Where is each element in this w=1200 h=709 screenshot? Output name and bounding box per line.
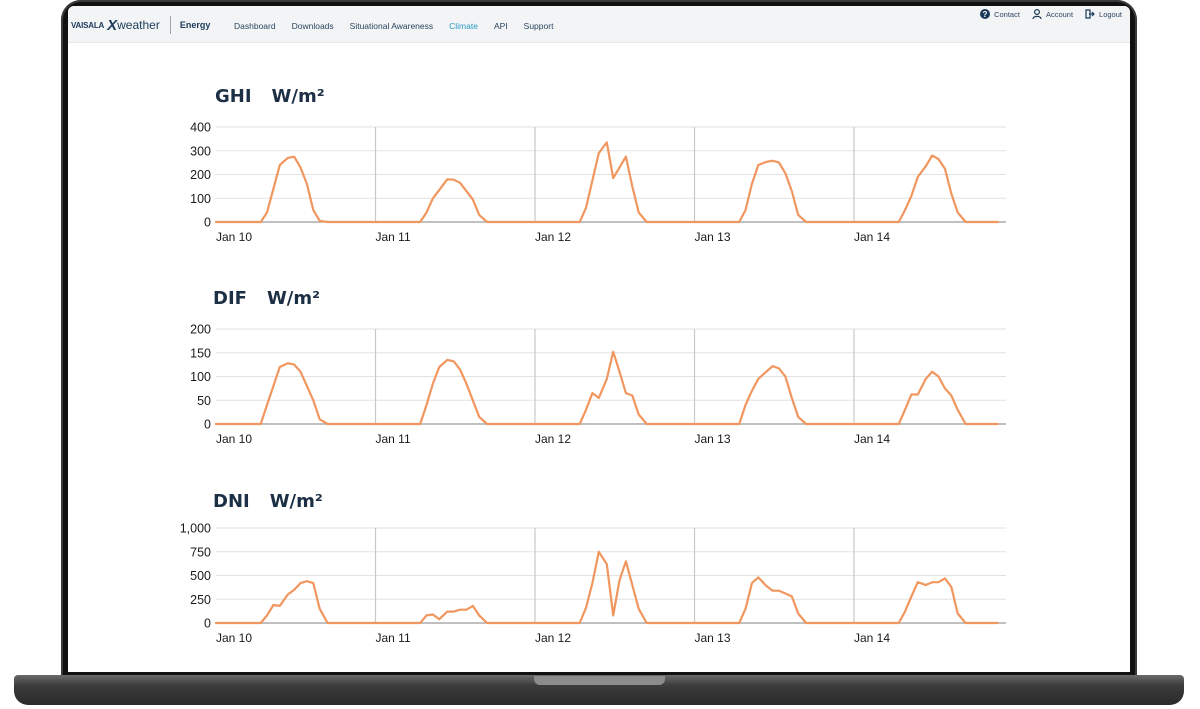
y-tick-label: 100 [190,370,211,384]
x-tick-label: Jan 11 [376,631,411,645]
x-tick-label: Jan 14 [854,432,890,446]
chart-title-dni: DNI W/m² [213,491,323,512]
brand-divider [169,16,171,34]
y-tick-label: 250 [190,593,211,607]
brand-weather: weather [117,18,160,32]
chart-title-ghi: GHI W/m² [215,86,325,107]
series-line [214,141,999,224]
nav-api[interactable]: API [494,21,508,31]
y-tick-label: 0 [204,617,211,631]
dif-chart: 0 50 100 150 200 Jan 10 Jan 11 Jan 12 Jan 13 Jan … [190,323,1006,446]
ghi-chart: 0 100 200 300 400 Jan 10 Jan 11 Jan 12 Jan 13 Jan… [190,121,1006,244]
contact-label: Contact [994,9,1020,19]
chart-title-text: DIF [213,288,247,309]
top-navigation-bar: VAISALA X weather Energy Dashboard Downl… [68,6,1130,43]
nav-support[interactable]: Support [524,21,554,31]
svg-text:?: ? [983,10,988,19]
main-nav: Dashboard Downloads Situational Awarenes… [234,21,569,31]
x-tick-label: Jan 13 [695,432,731,446]
y-tick-label: 0 [204,418,211,432]
y-tick-label: 500 [190,569,211,583]
x-tick-label: Jan 11 [376,432,411,446]
x-tick-label: Jan 10 [216,432,252,446]
logout-link[interactable]: Logout [1085,9,1122,19]
chart-unit: W/m² [271,86,325,107]
user-icon [1032,9,1042,19]
x-tick-label: Jan 13 [695,631,731,645]
brand-x: X [107,16,118,34]
chart-title-text: GHI [215,86,252,107]
nav-downloads[interactable]: Downloads [292,21,334,31]
x-tick-label: Jan 14 [854,631,890,645]
y-tick-label: 50 [197,394,211,408]
dni-chart: 0 250 500 750 1,000 Jan 10 Jan 11 Jan 12 Jan 13 J… [180,522,1006,645]
x-tick-label: Jan 13 [695,230,731,244]
account-link[interactable]: Account [1032,9,1073,19]
y-tick-label: 400 [190,121,211,135]
x-tick-label: Jan 12 [535,432,571,446]
question-circle-icon: ? [980,9,991,19]
y-tick-label: 150 [190,346,211,360]
x-tick-label: Jan 10 [216,631,252,645]
x-tick-label: Jan 12 [535,230,571,244]
brand-product: Energy [179,20,211,30]
laptop-notch [534,676,665,685]
y-tick-label: 750 [190,545,211,559]
nav-dashboard[interactable]: Dashboard [234,21,276,31]
y-tick-label: 300 [190,144,211,158]
chart-unit: W/m² [269,491,323,512]
y-tick-label: 0 [204,216,211,230]
x-tick-label: Jan 11 [376,230,411,244]
y-tick-label: 200 [190,168,211,182]
nav-situational-awareness[interactable]: Situational Awareness [350,21,433,31]
x-tick-label: Jan 12 [535,631,571,645]
utility-links: ? Contact Account Logout [968,9,1122,19]
chart-title-dif: DIF W/m² [213,288,320,309]
browser-screen: VAISALA X weather Energy Dashboard Downl… [68,6,1130,672]
logout-icon [1085,9,1095,19]
account-label: Account [1045,9,1074,19]
x-tick-label: Jan 14 [854,230,890,244]
chart-unit: W/m² [266,288,321,309]
brand-vaisala: VAISALA [71,20,105,30]
nav-climate[interactable]: Climate [449,21,478,31]
y-tick-label: 200 [190,323,211,337]
y-tick-label: 1,000 [180,522,211,536]
contact-link[interactable]: ? Contact [980,9,1020,19]
brand-logo[interactable]: VAISALA X weather Energy [71,16,210,34]
series-line [214,550,999,625]
chart-title-text: DNI [213,491,250,512]
y-tick-label: 100 [190,192,211,206]
series-line [214,350,999,426]
logout-label: Logout [1099,9,1122,19]
x-tick-label: Jan 10 [216,230,252,244]
